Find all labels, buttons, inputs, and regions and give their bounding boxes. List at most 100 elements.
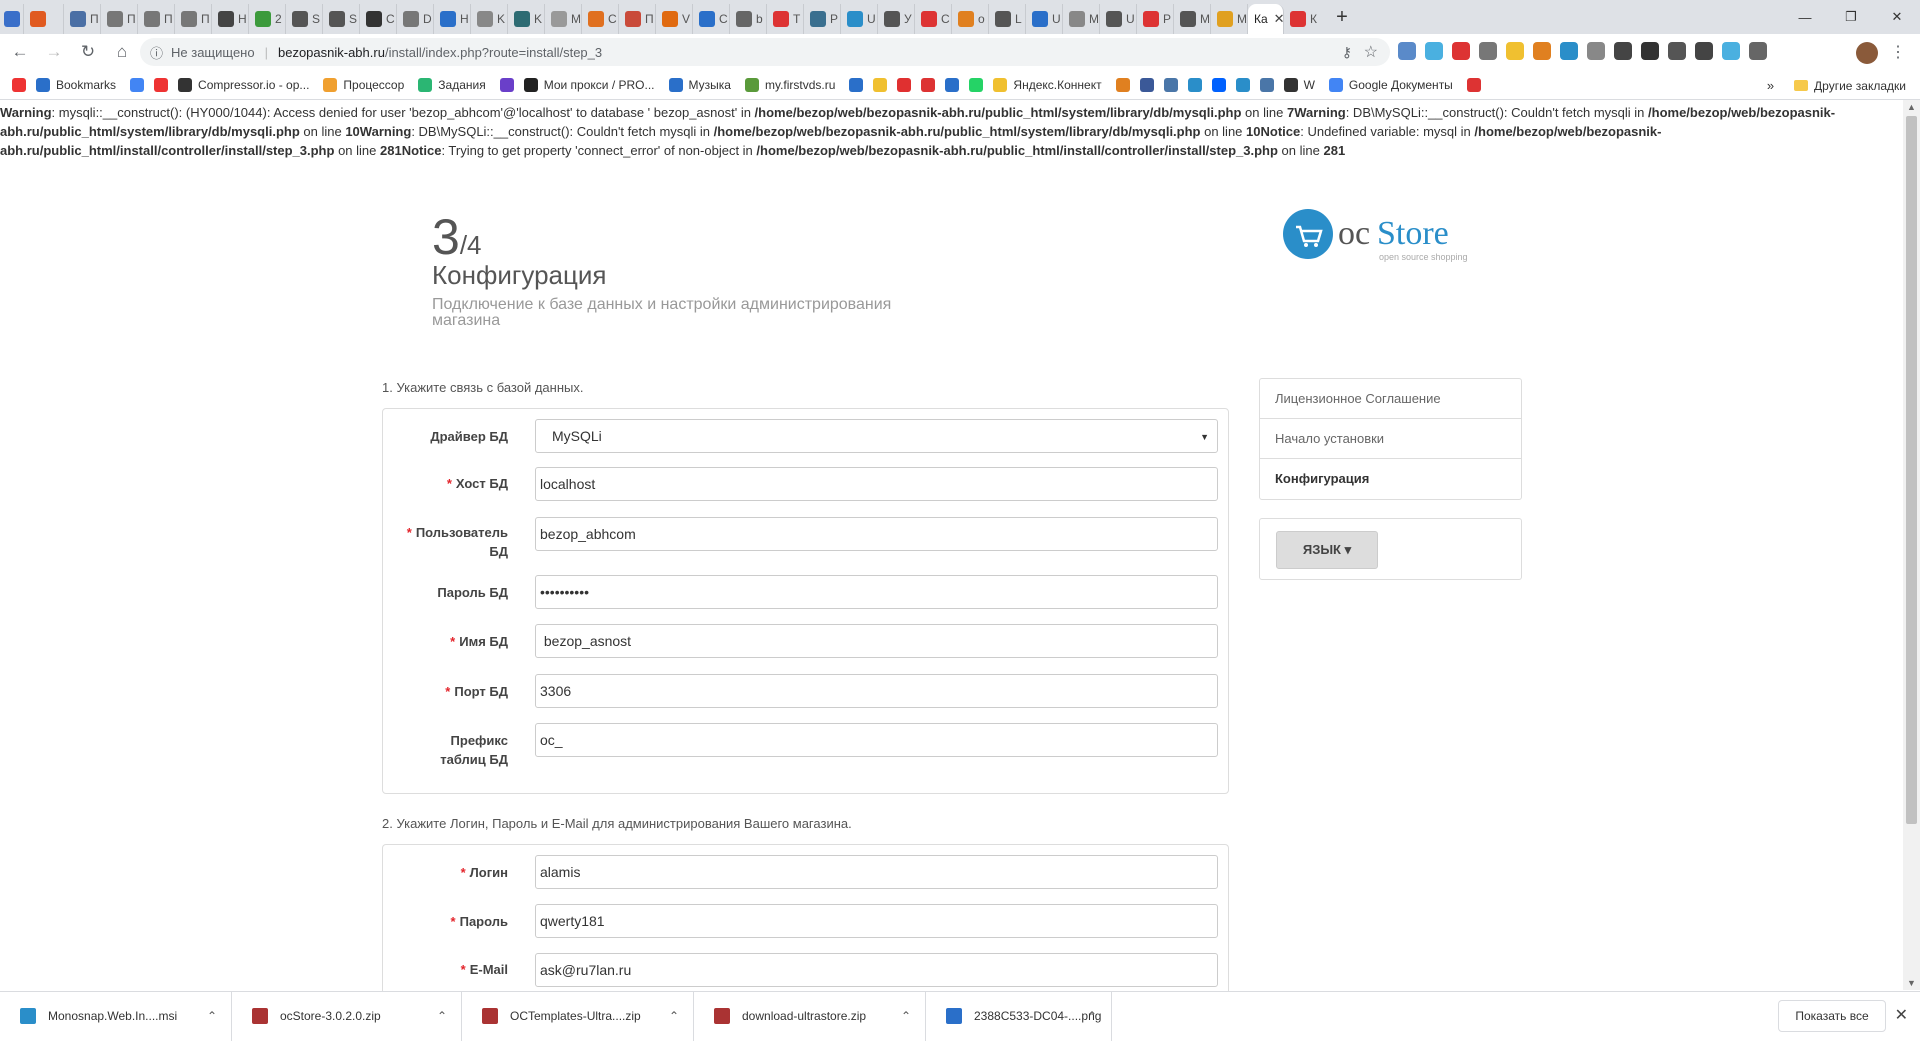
tab[interactable]: 2: [249, 4, 286, 34]
tab[interactable]: V: [656, 4, 693, 34]
minimize-button[interactable]: —: [1782, 0, 1828, 34]
chevron-up-icon[interactable]: ⌃: [207, 1009, 217, 1023]
chevron-up-icon[interactable]: ⌃: [669, 1009, 679, 1023]
close-icon[interactable]: ✕: [1274, 11, 1283, 27]
extension-icon[interactable]: [1425, 42, 1443, 60]
tab[interactable]: П: [64, 4, 101, 34]
chat-icon[interactable]: [1560, 42, 1578, 60]
tab[interactable]: Т: [767, 4, 804, 34]
bookmarks-more-icon[interactable]: »: [1767, 78, 1774, 93]
pocket-icon[interactable]: [1479, 42, 1497, 60]
close-icon[interactable]: ✕: [1895, 1005, 1908, 1025]
scroll-down-icon[interactable]: ▼: [1907, 978, 1916, 988]
scroll-up-icon[interactable]: ▲: [1907, 102, 1916, 112]
bookmark-item[interactable]: W: [1283, 77, 1315, 92]
bookmark-item[interactable]: Google Документы: [1328, 77, 1453, 92]
bookmark-item[interactable]: [1235, 77, 1250, 92]
other-bookmarks[interactable]: » Другие закладки: [1767, 78, 1906, 93]
bookmark-item[interactable]: Яндекс.Коннект: [993, 77, 1102, 92]
bookmark-item[interactable]: [499, 77, 514, 92]
tab[interactable]: Н: [434, 4, 471, 34]
admin-login-input[interactable]: alamis: [535, 855, 1218, 889]
bookmark-item[interactable]: [130, 77, 145, 92]
tab[interactable]: М: [1174, 4, 1211, 34]
tab-mail[interactable]: [24, 4, 64, 34]
tab[interactable]: K: [508, 4, 545, 34]
tab[interactable]: П: [101, 4, 138, 34]
page-scrollbar[interactable]: ▲ ▼: [1903, 100, 1920, 990]
bookmark-item[interactable]: [897, 77, 912, 92]
db-password-input[interactable]: ••••••••••: [535, 575, 1218, 609]
tab[interactable]: Р: [1137, 4, 1174, 34]
extension-icon[interactable]: [1722, 42, 1740, 60]
tab-media[interactable]: [0, 4, 24, 34]
forward-button[interactable]: →: [40, 38, 68, 66]
tab[interactable]: U: [1026, 4, 1063, 34]
bookmark-item[interactable]: [154, 77, 169, 92]
driver-select[interactable]: MySQLi ▼: [535, 419, 1218, 453]
tab-next[interactable]: К: [1284, 4, 1320, 34]
db-prefix-input[interactable]: oc_: [535, 723, 1218, 757]
screenshot-icon[interactable]: [1695, 42, 1713, 60]
db-name-input[interactable]: bezop_asnost: [535, 624, 1218, 658]
playlist-icon[interactable]: [1749, 42, 1767, 60]
bookmark-item[interactable]: Compressor.io - op...: [178, 77, 309, 92]
scrollbar-thumb[interactable]: [1906, 116, 1917, 824]
tab[interactable]: b: [730, 4, 767, 34]
extension-icon[interactable]: [1668, 42, 1686, 60]
download-item[interactable]: download-ultrastore.zip ⌃: [694, 991, 926, 1041]
chevron-up-icon[interactable]: ⌃: [901, 1009, 911, 1023]
bookmark-item[interactable]: [921, 77, 936, 92]
maximize-button[interactable]: ❐: [1828, 0, 1874, 34]
sidebar-item-configuration[interactable]: Конфигурация: [1260, 459, 1521, 499]
admin-password-input[interactable]: qwerty181: [535, 904, 1218, 938]
cube-icon[interactable]: [1614, 42, 1632, 60]
bookmark-item[interactable]: Bookmarks: [36, 77, 116, 92]
chevron-up-icon[interactable]: ⌃: [437, 1009, 447, 1023]
tab[interactable]: U: [1100, 4, 1137, 34]
bookmark-item[interactable]: [849, 77, 864, 92]
tab[interactable]: K: [471, 4, 508, 34]
language-button[interactable]: ЯЗЫК ▾: [1276, 531, 1378, 569]
bookmark-item[interactable]: [1466, 77, 1481, 92]
extension-icon[interactable]: [1452, 42, 1470, 60]
sidebar-item-license[interactable]: Лицензионное Соглашение: [1260, 379, 1521, 419]
bookmark-item[interactable]: [1187, 77, 1202, 92]
tab[interactable]: П: [175, 4, 212, 34]
tab[interactable]: С: [582, 4, 619, 34]
key-icon[interactable]: ⚷: [1342, 44, 1352, 61]
tab[interactable]: S: [286, 4, 323, 34]
sidebar-item-install-start[interactable]: Начало установки: [1260, 419, 1521, 459]
download-item[interactable]: OCTemplates-Ultra....zip ⌃: [462, 991, 694, 1041]
tab[interactable]: П: [138, 4, 175, 34]
avatar[interactable]: [1856, 42, 1878, 64]
admin-email-input[interactable]: ask@ru7lan.ru: [535, 953, 1218, 987]
reload-button[interactable]: ↻: [74, 38, 102, 66]
bookmark-item[interactable]: [12, 77, 26, 92]
download-item[interactable]: Monosnap.Web.In....msi ⌃: [0, 991, 232, 1041]
tab[interactable]: Р: [804, 4, 841, 34]
tab[interactable]: М: [545, 4, 582, 34]
db-port-input[interactable]: 3306: [535, 674, 1218, 708]
download-item[interactable]: 2388C533-DC04-....png ⌃: [926, 991, 1112, 1041]
bookmark-item[interactable]: [873, 77, 888, 92]
tab[interactable]: Н: [212, 4, 249, 34]
star-icon[interactable]: ☆: [1364, 42, 1378, 62]
bookmark-item[interactable]: Мои прокси / PRO...: [523, 77, 655, 92]
tab[interactable]: D: [397, 4, 434, 34]
bookmark-item[interactable]: Задания: [418, 77, 486, 92]
tab[interactable]: о: [952, 4, 989, 34]
tab[interactable]: U: [841, 4, 878, 34]
tab[interactable]: У: [878, 4, 915, 34]
home-button[interactable]: ⌂: [108, 38, 136, 66]
tab[interactable]: С: [360, 4, 397, 34]
bookmark-item[interactable]: [1211, 77, 1226, 92]
bookmark-item[interactable]: [969, 77, 984, 92]
bookmark-item[interactable]: [1259, 77, 1274, 92]
back-button[interactable]: ←: [6, 38, 34, 66]
cube-icon[interactable]: [1641, 42, 1659, 60]
close-window-button[interactable]: ✕: [1874, 0, 1920, 34]
menu-icon[interactable]: ⋮: [1890, 42, 1906, 62]
download-item[interactable]: ocStore-3.0.2.0.zip ⌃: [232, 991, 462, 1041]
bookmark-item[interactable]: [1163, 77, 1178, 92]
